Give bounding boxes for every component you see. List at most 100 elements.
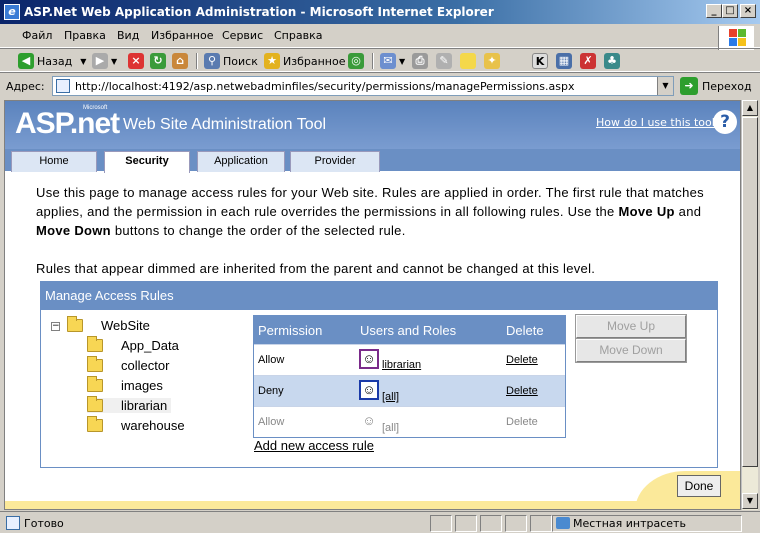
search-label: Поиск [223, 54, 258, 68]
scroll-up-icon[interactable]: ▲ [742, 100, 758, 116]
media-icon: ◎ [348, 53, 364, 69]
rules-header: Permission Users and Roles Delete [254, 316, 565, 344]
minimize-button[interactable]: _ [706, 4, 722, 18]
tool-button-1[interactable]: ▦ [556, 52, 575, 70]
forward-arrow-icon: ▶ [92, 53, 108, 69]
discuss-button[interactable] [460, 52, 479, 70]
back-dropdown-icon: ▼ [80, 56, 87, 66]
user-link[interactable]: librarian [382, 359, 421, 371]
ie-icon: e [4, 4, 20, 20]
stop-button[interactable]: × [128, 52, 147, 70]
collapse-icon[interactable]: − [51, 322, 60, 331]
address-bar: Адрес: http://localhost:4192/asp.netweba… [0, 72, 760, 98]
research-icon: K [532, 53, 548, 69]
scroll-down-icon[interactable]: ▼ [742, 493, 758, 509]
move-down-button[interactable]: Move Down [575, 338, 687, 363]
mail-dropdown-icon: ▼ [399, 56, 406, 66]
tab-security[interactable]: Security [104, 151, 190, 173]
table-row[interactable]: Allow ☺ librarian Delete [254, 344, 565, 375]
refresh-button[interactable]: ↻ [150, 52, 169, 70]
role-icon: ☺ [359, 349, 379, 369]
delete-link[interactable]: Delete [506, 354, 538, 366]
delete-text: Delete [506, 416, 538, 428]
tree-item-warehouse[interactable]: warehouse [87, 416, 185, 433]
search-button[interactable]: ⚲ Поиск [204, 52, 258, 70]
help-link[interactable]: How do I use this tool? [596, 116, 721, 129]
go-button[interactable]: ➜ Переход [680, 77, 752, 95]
folder-icon [87, 396, 103, 412]
vertical-scrollbar[interactable]: ▲ ▼ [741, 100, 758, 510]
user-text: [all] [382, 422, 400, 434]
home-icon: ⌂ [172, 53, 188, 69]
refresh-icon: ↻ [150, 53, 166, 69]
tool-button-2[interactable]: ✗ [580, 52, 599, 70]
maximize-button[interactable]: □ [722, 4, 738, 18]
edit-button[interactable]: ✎ [436, 52, 455, 70]
menu-bar: Файл Правка Вид Избранное Сервис Справка [0, 24, 760, 48]
tool-icon: ✗ [580, 53, 596, 69]
tree-item-images[interactable]: images [87, 376, 163, 393]
menu-edit[interactable]: Правка [64, 29, 106, 42]
site-title: Web Site Administration Tool [123, 116, 327, 133]
title-bar: e ASP.Net Web Application Administration… [0, 0, 760, 24]
address-dropdown-icon[interactable]: ▼ [657, 77, 673, 95]
aspnet-logo: ASP.net Microsoft [15, 105, 120, 140]
delete-link[interactable]: Delete [506, 385, 538, 397]
scroll-thumb[interactable] [742, 117, 758, 467]
messenger-button[interactable]: ✦ [484, 52, 503, 70]
tree-root-website[interactable]: WebSite [67, 316, 150, 333]
research-button[interactable]: K [532, 52, 551, 70]
intro-text: Use this page to manage access rules for… [36, 185, 704, 238]
menu-file[interactable]: Файл [22, 29, 52, 42]
done-button[interactable]: Done [677, 475, 721, 497]
add-access-rule-link[interactable]: Add new access rule [254, 438, 374, 453]
tab-home[interactable]: Home [11, 151, 97, 172]
mail-button[interactable]: ✉ ▼ [380, 52, 405, 70]
menu-help[interactable]: Справка [274, 29, 322, 42]
tab-application[interactable]: Application [197, 151, 285, 172]
panel-title: Manage Access Rules [41, 282, 717, 310]
user-link[interactable]: [all] [382, 391, 399, 403]
folder-icon [67, 316, 83, 332]
intranet-icon [556, 517, 570, 529]
tree-item-librarian[interactable]: librarian [87, 396, 172, 413]
column-permission: Permission [258, 323, 323, 338]
tab-provider[interactable]: Provider [290, 151, 380, 172]
tool-icon: ▦ [556, 53, 572, 69]
favorites-button[interactable]: ★ Избранное [264, 52, 345, 70]
stop-icon: × [128, 53, 144, 69]
permission-cell: Deny [258, 385, 284, 397]
tool-button-3[interactable]: ♣ [604, 52, 623, 70]
table-row[interactable]: Deny ☺ [all] Delete [254, 375, 565, 406]
toolbar-separator [196, 53, 198, 69]
windows-logo-icon [718, 26, 754, 50]
column-delete: Delete [506, 323, 544, 338]
mail-icon: ✉ [380, 53, 396, 69]
status-cell [505, 515, 527, 532]
back-button[interactable]: ◀ Назад ▼ [18, 52, 86, 70]
page-icon [56, 79, 70, 93]
home-button[interactable]: ⌂ [172, 52, 191, 70]
menu-tools[interactable]: Сервис [222, 29, 263, 42]
close-button[interactable]: × [740, 4, 756, 18]
tree-item-app-data[interactable]: App_Data [87, 336, 179, 353]
dimmed-note: Rules that appear dimmed are inherited f… [36, 261, 596, 276]
page-done-icon [6, 516, 20, 530]
print-button[interactable]: ⎙ [412, 52, 431, 70]
messenger-icon: ✦ [484, 53, 500, 69]
zone-cell: Местная интрасеть [552, 515, 742, 532]
zone-text: Местная интрасеть [573, 517, 686, 530]
edit-icon: ✎ [436, 53, 452, 69]
menu-favorites[interactable]: Избранное [151, 29, 213, 42]
back-arrow-icon: ◀ [18, 53, 34, 69]
help-icon[interactable]: ? [713, 110, 737, 134]
tree-item-collector[interactable]: collector [87, 356, 169, 373]
media-button[interactable]: ◎ [348, 52, 367, 70]
move-up-button[interactable]: Move Up [575, 314, 687, 339]
print-icon: ⎙ [412, 53, 428, 69]
forward-button[interactable]: ▶ ▼ [92, 52, 117, 70]
status-text: Готово [24, 517, 64, 530]
address-input[interactable]: http://localhost:4192/asp.netwebadminfil… [52, 76, 674, 96]
manage-access-rules-panel: Manage Access Rules − WebSite App_Data c… [40, 281, 718, 468]
menu-view[interactable]: Вид [117, 29, 139, 42]
